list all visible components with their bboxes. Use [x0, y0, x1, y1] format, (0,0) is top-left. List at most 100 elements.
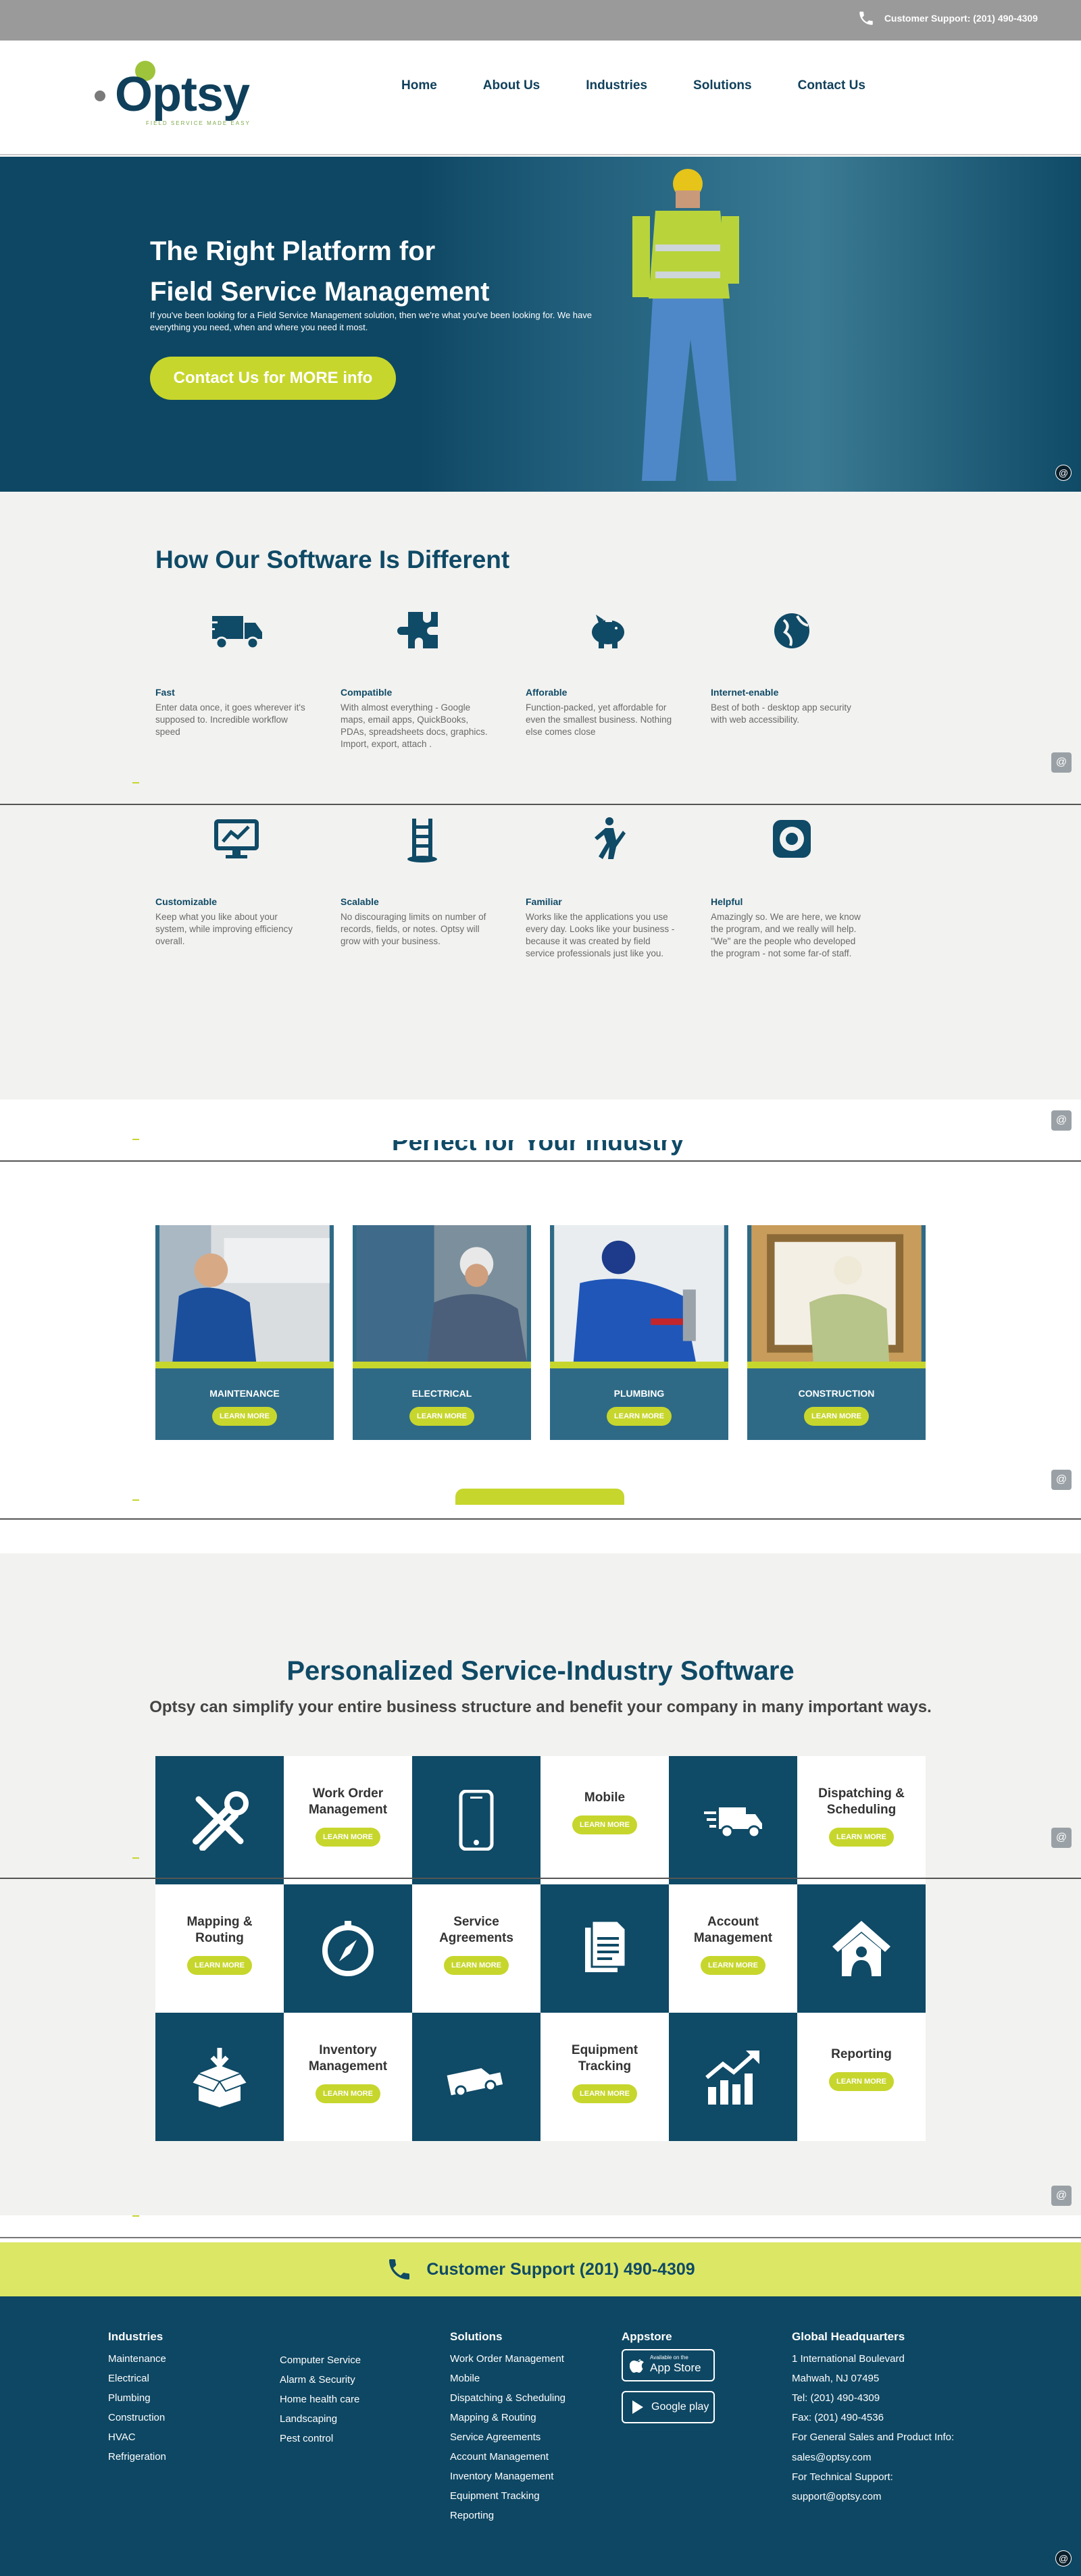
tile-mapping: Mapping & Routing LEARN MORE	[155, 1884, 284, 2013]
footer-link[interactable]: Construction	[108, 2408, 263, 2427]
footer-link[interactable]: Service Agreements	[450, 2427, 605, 2447]
nav-industries[interactable]: Industries	[563, 78, 670, 93]
footer-link[interactable]: Work Order Management	[450, 2349, 605, 2369]
tile-label: Mapping & Routing	[186, 1915, 253, 1945]
section-tick	[132, 782, 139, 783]
play-icon	[632, 2400, 643, 2414]
personalized-subheading: Optsy can simplify your entire business …	[149, 1698, 932, 1716]
learn-more-button[interactable]: LEARN MORE	[316, 2084, 380, 2103]
optsy-logo[interactable]: Optsy FIELD SERVICE MADE EASY	[92, 58, 254, 132]
footer-link[interactable]: Plumbing	[108, 2388, 263, 2408]
footer-heading: Global Headquarters	[792, 2330, 905, 2343]
site-header: Optsy FIELD SERVICE MADE EASY Home About…	[0, 41, 1081, 155]
feature-fast: Fast Enter data once, it goes wherever i…	[155, 607, 311, 738]
feature-text: Amazingly so. We are here, we know the p…	[711, 912, 861, 958]
nav-contact-us[interactable]: Contact Us	[775, 78, 888, 93]
footer-link[interactable]: Mobile	[450, 2369, 605, 2388]
footer-link[interactable]: Dispatching & Scheduling	[450, 2388, 605, 2408]
footer-link[interactable]: Alarm & Security	[280, 2370, 435, 2390]
view-all-button[interactable]	[455, 1489, 624, 1505]
footer-link[interactable]: Inventory Management	[450, 2467, 605, 2486]
footer-link[interactable]: Home health care	[280, 2390, 435, 2409]
industry-card-construction: CONSTRUCTION LEARN MORE	[747, 1225, 926, 1440]
phone-icon	[859, 11, 873, 25]
tile-dispatching: Dispatching & Scheduling LEARN MORE	[797, 1756, 926, 1884]
top-support[interactable]: Customer Support: (201) 490-4309	[857, 9, 1038, 27]
wrench-screwdriver-icon	[193, 1791, 249, 1851]
feature-text: Best of both - desktop app security with…	[711, 702, 851, 725]
feature-affordable: Afforable Function-packed, yet affordabl…	[526, 607, 681, 738]
tile-mobile: Mobile LEARN MORE	[540, 1756, 669, 1884]
smartphone-icon	[459, 1790, 494, 1851]
learn-more-button[interactable]: LEARN MORE	[572, 1815, 637, 1834]
accessibility-widget-icon[interactable]: @	[1055, 465, 1072, 481]
hq-sales-email[interactable]: sales@optsy.com	[792, 2448, 967, 2467]
footer-link[interactable]: Account Management	[450, 2447, 605, 2467]
app-store-badge[interactable]: Available on the App Store	[622, 2349, 715, 2381]
learn-more-button[interactable]: LEARN MORE	[212, 1407, 277, 1426]
learn-more-button[interactable]: LEARN MORE	[829, 2072, 894, 2091]
top-support-text: Customer Support: (201) 490-4309	[884, 13, 1038, 24]
footer-link[interactable]: Equipment Tracking	[450, 2486, 605, 2506]
side-widget-icon[interactable]: @	[1051, 752, 1072, 773]
feature-familiar: Familiar Works like the applications you…	[526, 816, 681, 960]
feature-text: Function-packed, yet affordable for even…	[526, 702, 672, 737]
google-play-badge[interactable]: Google play	[622, 2391, 715, 2423]
hq-address-line: 1 International Boulevard	[792, 2353, 905, 2365]
learn-more-button[interactable]: LEARN MORE	[444, 1956, 509, 1975]
phone-icon	[389, 2259, 410, 2279]
footer-link[interactable]: Maintenance	[108, 2349, 263, 2369]
feature-title: Customizable	[155, 896, 218, 907]
learn-more-button[interactable]: LEARN MORE	[607, 1407, 672, 1426]
learn-more-button[interactable]: LEARN MORE	[804, 1407, 869, 1426]
hq-support-email[interactable]: support@optsy.com	[792, 2487, 967, 2506]
accessibility-widget-icon[interactable]: @	[1055, 2550, 1072, 2567]
logo-wordmark: Optsy	[115, 68, 250, 122]
side-widget-icon[interactable]: @	[1051, 2186, 1072, 2206]
side-widget-icon[interactable]: @	[1051, 1828, 1072, 1848]
nav-about-us[interactable]: About Us	[460, 78, 563, 93]
footer-link[interactable]: Landscaping	[280, 2409, 435, 2429]
side-widget-icon[interactable]: @	[1051, 1110, 1072, 1131]
section-divider	[0, 1878, 1081, 1879]
learn-more-button[interactable]: LEARN MORE	[572, 2084, 637, 2103]
hq-support-label: For Technical Support:	[792, 2471, 893, 2483]
nav-home[interactable]: Home	[378, 78, 460, 93]
learn-more-button[interactable]: LEARN MORE	[829, 1828, 894, 1847]
tile-label: Service Agreements	[439, 1915, 513, 1945]
footer-heading: Industries	[108, 2330, 164, 2343]
footer-link[interactable]: Pest control	[280, 2429, 435, 2448]
hq-phone[interactable]: Tel: (201) 490-4309	[792, 2388, 967, 2408]
tile-icon-dispatching	[669, 1756, 804, 1884]
feature-text: No discouraging limits on number of reco…	[341, 912, 486, 946]
section-tick	[132, 1857, 139, 1859]
tile-icon-equipment	[412, 2013, 547, 2141]
footer-link[interactable]: Computer Service	[280, 2350, 435, 2370]
learn-more-button[interactable]: LEARN MORE	[701, 1956, 765, 1975]
support-band-link[interactable]: Customer Support (201) 490-4309	[386, 2256, 695, 2283]
footer-link[interactable]: Mapping & Routing	[450, 2408, 605, 2427]
lifebuoy-icon	[773, 820, 811, 858]
side-widget-icon[interactable]: @	[1051, 1470, 1072, 1490]
maintenance-photo	[155, 1225, 334, 1368]
nav-solutions[interactable]: Solutions	[670, 78, 775, 93]
tile-icon-work-order	[155, 1756, 291, 1884]
footer-link[interactable]: Reporting	[450, 2506, 605, 2525]
learn-more-button[interactable]: LEARN MORE	[187, 1956, 252, 1975]
learn-more-button[interactable]: LEARN MORE	[409, 1407, 474, 1426]
feature-title: Scalable	[341, 896, 379, 907]
feature-title: Compatible	[341, 687, 393, 698]
hero-title: The Right Platform for Field Service Man…	[150, 231, 528, 312]
learn-more-button[interactable]: LEARN MORE	[316, 1828, 380, 1847]
footer-link[interactable]: HVAC	[108, 2427, 263, 2447]
industry-card-electrical: ELECTRICAL LEARN MORE	[353, 1225, 531, 1440]
contact-us-button[interactable]: Contact Us for MORE info	[150, 357, 396, 400]
industry-card-label: PLUMBING	[613, 1388, 665, 1399]
truck-icon	[208, 616, 262, 650]
feature-internet: Internet-enable Best of both - desktop a…	[711, 607, 866, 726]
footer-solutions: Solutions Work Order Management Mobile D…	[450, 2330, 605, 2525]
footer-link[interactable]: Electrical	[108, 2369, 263, 2388]
footer-link[interactable]: Refrigeration	[108, 2447, 263, 2467]
industry-section: @ Perfect for Your Industry MAINTENANCE …	[0, 1100, 1081, 1520]
tile-account-management: Account Management LEARN MORE	[669, 1884, 797, 2013]
